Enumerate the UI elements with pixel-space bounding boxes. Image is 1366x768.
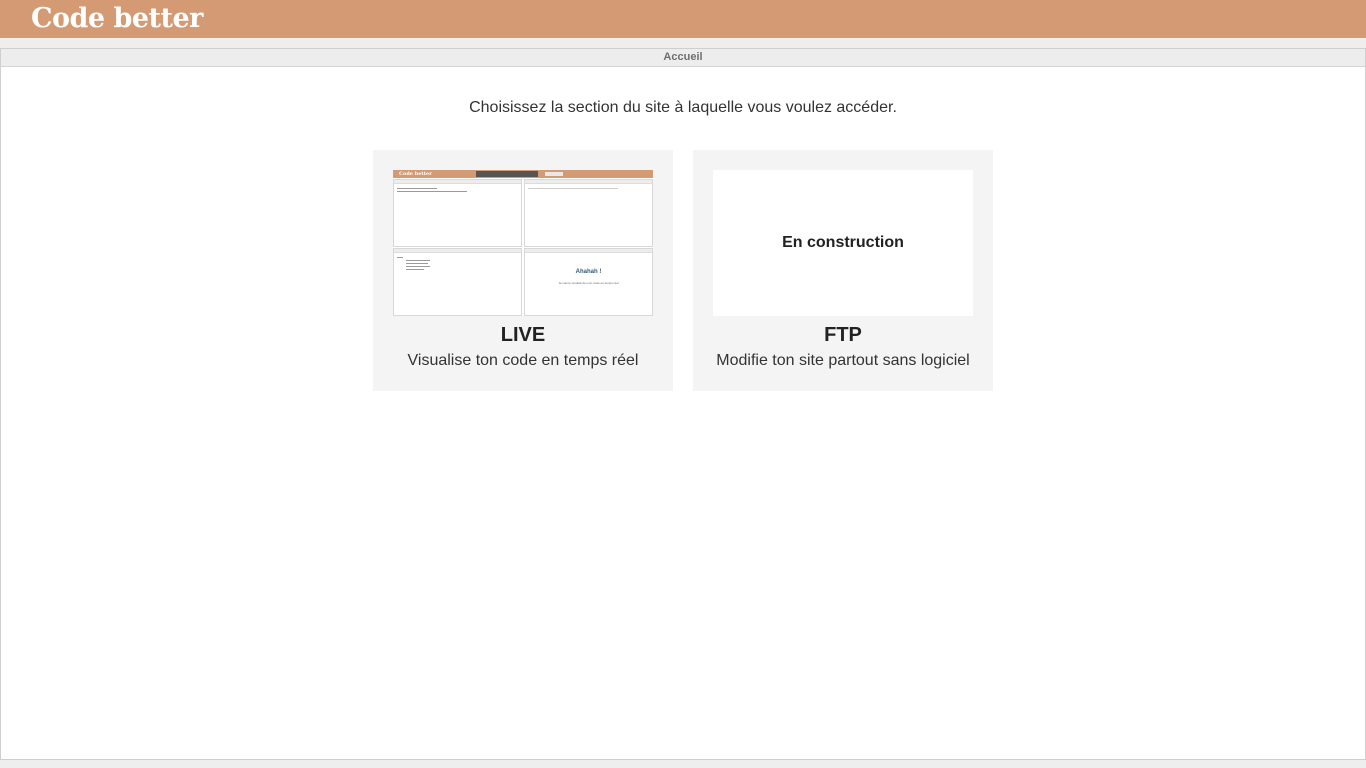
footer-strip bbox=[0, 760, 1366, 768]
live-preview-image: Code better Ahahah ! Je vois le résultat… bbox=[393, 170, 653, 316]
live-card-description: Visualise ton code en temps réel bbox=[407, 352, 639, 369]
brand-logo[interactable]: Code better bbox=[31, 3, 203, 35]
preview-result-title: Ahahah ! bbox=[575, 269, 602, 275]
live-card-title: LIVE bbox=[500, 324, 546, 346]
main-panel: Accueil Choisissez la section du site à … bbox=[0, 48, 1366, 760]
intro-text: Choisissez la section du site à laquelle… bbox=[469, 99, 897, 116]
ftp-card-description: Modifie ton site partout sans logiciel bbox=[716, 352, 970, 369]
ftp-card-title: FTP bbox=[824, 324, 862, 346]
panel-header: Accueil bbox=[1, 49, 1365, 67]
preview-result-text: Je vois le résultat de mon code en temps… bbox=[558, 281, 619, 285]
live-card[interactable]: Code better Ahahah ! Je vois le résultat… bbox=[373, 150, 673, 391]
top-bar: Code better bbox=[0, 0, 1366, 38]
preview-brand: Code better bbox=[399, 171, 432, 177]
construction-placeholder: En construction bbox=[782, 234, 904, 251]
ftp-preview-image: En construction bbox=[713, 170, 973, 316]
ftp-card[interactable]: En construction FTP Modifie ton site par… bbox=[693, 150, 993, 391]
